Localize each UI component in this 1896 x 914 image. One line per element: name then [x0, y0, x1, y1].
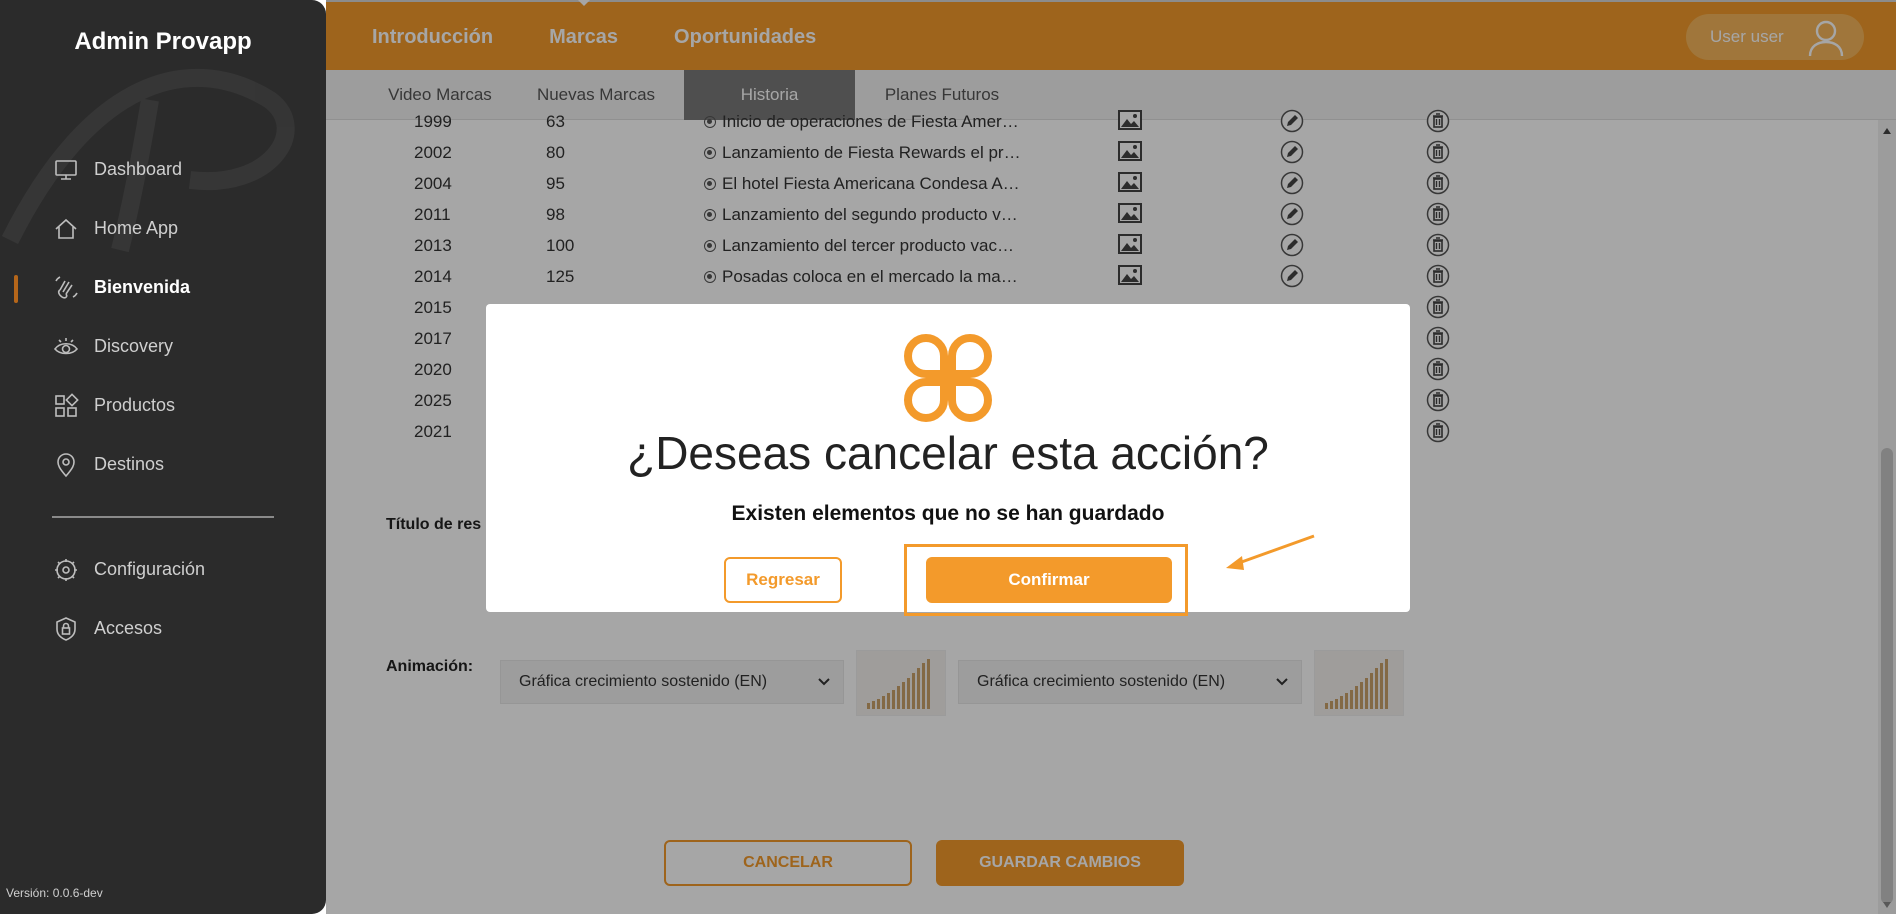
- map-pin-icon: [52, 451, 80, 479]
- app-brand: Admin Provapp: [74, 28, 252, 55]
- app-version: Versión: 0.0.6-dev: [6, 886, 103, 900]
- hand-wave-icon: [52, 274, 80, 302]
- gear-icon: [52, 556, 80, 584]
- grid-icon: [52, 392, 80, 420]
- sidebar-item-accesos[interactable]: Accesos: [0, 599, 326, 658]
- eye-icon: [52, 333, 80, 361]
- sidebar-item-label: Dashboard: [94, 159, 183, 179]
- sidebar-item-label: Productos: [94, 395, 176, 415]
- annotation-arrow-icon: [1226, 534, 1315, 570]
- sidebar-item-label: Configuración: [94, 559, 206, 579]
- sidebar-nav: Dashboard Home App Bienvenida Discovery …: [0, 140, 326, 658]
- sidebar-item-home-app[interactable]: Home App: [0, 199, 326, 258]
- home-icon: [52, 215, 80, 243]
- sidebar-item-discovery[interactable]: Discovery: [0, 317, 326, 376]
- dialog-subtitle: Existen elementos que no se han guardado: [731, 502, 1165, 525]
- sidebar-item-configuracion[interactable]: Configuración: [0, 540, 326, 599]
- sidebar-item-label: Discovery: [94, 336, 174, 356]
- dialog-title: ¿Deseas cancelar esta acción?: [627, 427, 1269, 479]
- sidebar-item-label: Accesos: [94, 618, 163, 638]
- sidebar-divider: [52, 516, 274, 518]
- monitor-icon: [52, 156, 80, 184]
- back-button[interactable]: Regresar: [724, 557, 842, 603]
- confirm-button[interactable]: Confirmar: [926, 557, 1172, 603]
- sidebar-item-label: Home App: [94, 218, 179, 238]
- shield-lock-icon: [52, 615, 80, 643]
- sidebar-item-dashboard[interactable]: Dashboard: [0, 140, 326, 199]
- sidebar-item-label: Destinos: [94, 454, 165, 474]
- sidebar-item-bienvenida[interactable]: Bienvenida: [0, 258, 326, 317]
- sidebar-item-label: Bienvenida: [94, 277, 191, 297]
- sidebar: Admin Provapp Dashboard Home App Bienven…: [0, 0, 326, 914]
- sidebar-item-destinos[interactable]: Destinos: [0, 435, 326, 494]
- sidebar-item-productos[interactable]: Productos: [0, 376, 326, 435]
- clover-logo-icon: [904, 334, 992, 422]
